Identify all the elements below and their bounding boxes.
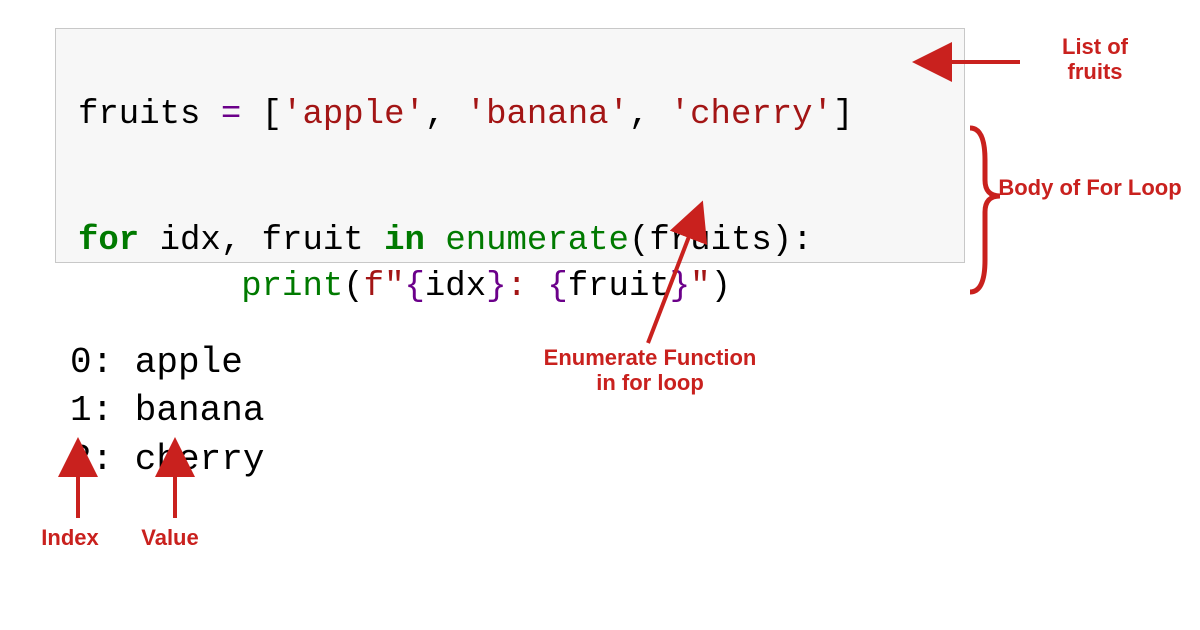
line-1: fruits = ['apple', 'banana', 'cherry'] bbox=[78, 96, 853, 134]
output-line-1: 1: banana bbox=[70, 390, 264, 431]
output-line-0: 0: apple bbox=[70, 342, 243, 383]
blank-line bbox=[78, 139, 942, 173]
line-2: for idx, fruit in enumerate(fruits): bbox=[78, 222, 813, 260]
annot-body-of-for-loop: Body of For Loop bbox=[990, 175, 1190, 200]
annot-index: Index bbox=[30, 525, 110, 550]
output-line-2: 2: cherry bbox=[70, 439, 264, 480]
annot-value: Value bbox=[130, 525, 210, 550]
code-block: fruits = ['apple', 'banana', 'cherry'] f… bbox=[55, 28, 965, 263]
enumerate-call: enumerate bbox=[445, 222, 629, 260]
output-block: 0: apple 1: banana 2: cherry bbox=[70, 290, 264, 484]
brace-for-loop-body bbox=[970, 128, 1000, 292]
annot-list-of-fruits: List of fruits bbox=[1025, 34, 1165, 85]
annot-enumerate-fn: Enumerate Function in for loop bbox=[535, 345, 765, 396]
var-fruits: fruits bbox=[78, 96, 200, 134]
